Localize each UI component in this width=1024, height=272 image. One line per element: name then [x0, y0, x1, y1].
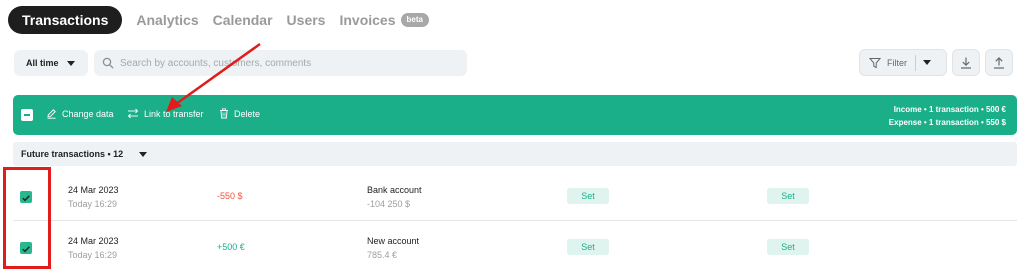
tab-invoices[interactable]: Invoices beta — [339, 12, 429, 28]
period-label: All time — [26, 58, 59, 68]
transaction-amount: -550 $ — [217, 191, 243, 201]
chevron-down-icon[interactable] — [923, 60, 931, 65]
table-row[interactable]: 24 Mar 2023 Today 16:29 +500 € New accou… — [13, 222, 1017, 272]
income-summary: Income • 1 transaction • 500 € — [893, 105, 1006, 114]
chevron-down-icon[interactable] — [139, 151, 148, 157]
transaction-date: 24 Mar 2023 — [68, 185, 119, 195]
account-balance: 785.4 € — [367, 250, 398, 260]
filter-button[interactable]: Filter — [859, 49, 947, 76]
change-data-label: Change data — [62, 108, 114, 119]
transaction-date: 24 Mar 2023 — [68, 236, 119, 246]
arrow-annotation — [166, 42, 261, 112]
download-button[interactable] — [952, 49, 980, 76]
future-transactions-label: Future transactions • 12 — [21, 149, 124, 159]
tab-transactions[interactable]: Transactions — [8, 6, 123, 34]
selection-totals: Income • 1 transaction • 500 € Expense •… — [889, 103, 1006, 129]
transaction-time: Today 16:29 — [68, 199, 118, 209]
tab-analytics[interactable]: Analytics — [136, 12, 198, 28]
filter-label: Filter — [887, 57, 907, 68]
download-icon — [961, 57, 971, 69]
filter-icon — [869, 57, 881, 68]
beta-badge: beta — [400, 13, 429, 27]
chevron-down-icon — [66, 60, 75, 66]
filter-divider — [915, 54, 916, 71]
transaction-time: Today 16:29 — [68, 250, 118, 260]
account-balance: -104 250 $ — [367, 199, 411, 209]
transfer-icon — [127, 108, 139, 119]
search-icon — [102, 57, 114, 69]
account-name: Bank account — [367, 185, 422, 195]
set-category-button[interactable]: Set — [567, 239, 609, 255]
account-name: New account — [367, 236, 420, 246]
change-data-button[interactable]: Change data — [46, 108, 114, 119]
table-row[interactable]: 24 Mar 2023 Today 16:29 -550 $ Bank acco… — [13, 171, 1017, 221]
tab-users[interactable]: Users — [287, 12, 326, 28]
set-counterparty-button[interactable]: Set — [767, 239, 809, 255]
set-counterparty-button[interactable]: Set — [767, 188, 809, 204]
future-transactions-header[interactable]: Future transactions • 12 — [13, 142, 1017, 166]
tab-calendar[interactable]: Calendar — [213, 12, 273, 28]
expense-summary: Expense • 1 transaction • 550 $ — [888, 118, 1006, 127]
tab-invoices-label: Invoices — [339, 12, 396, 28]
pencil-icon — [47, 109, 56, 119]
period-dropdown[interactable]: All time — [14, 50, 88, 76]
upload-button[interactable] — [985, 49, 1013, 76]
highlight-annotation — [3, 167, 51, 269]
upload-icon — [994, 56, 1004, 69]
main-nav: Transactions Analytics Calendar Users In… — [8, 6, 429, 34]
select-all-checkbox[interactable] — [21, 109, 33, 121]
set-category-button[interactable]: Set — [567, 188, 609, 204]
transaction-amount: +500 € — [217, 242, 245, 252]
